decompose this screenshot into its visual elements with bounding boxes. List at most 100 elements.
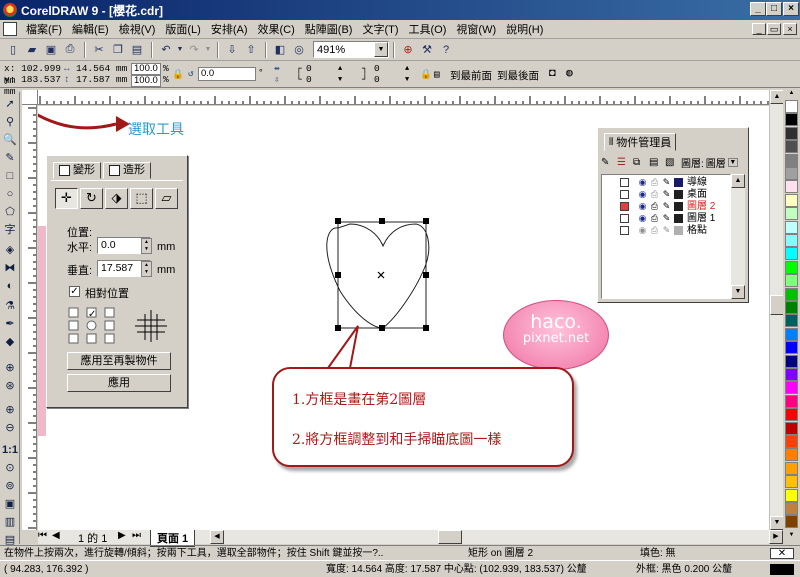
scroll-right-icon[interactable]: ▶ <box>769 530 783 544</box>
horizontal-ruler[interactable] <box>38 90 769 105</box>
zoom-page-icon[interactable]: ▣ <box>2 496 18 512</box>
print-icon[interactable]: ⎙ <box>650 202 659 211</box>
menu-text[interactable]: 文字(T) <box>357 21 403 37</box>
spin-down-icon[interactable]: ▼ <box>338 74 348 86</box>
doc-close-button[interactable]: × <box>783 23 797 35</box>
print-icon[interactable]: ⎙ <box>650 226 659 235</box>
zoom-selected-icon[interactable]: ⊙ <box>2 460 18 476</box>
hscroll-thumb[interactable] <box>438 530 462 544</box>
color-swatch[interactable] <box>785 274 798 288</box>
scroll-thumb[interactable] <box>770 295 784 315</box>
zoom-tool-icon[interactable]: 🔍 <box>2 132 18 148</box>
horizontal-spinner[interactable]: ▲ ▼ <box>141 238 152 254</box>
pencil-icon[interactable]: ✎ <box>662 190 671 199</box>
layer-chevron-down-icon[interactable]: ▼ <box>727 157 738 167</box>
color-swatch[interactable] <box>785 193 798 207</box>
vertical-scrollbar[interactable]: ▲ ▼ <box>769 90 784 530</box>
export-icon[interactable]: ⇧ <box>242 41 260 59</box>
tab-shaping[interactable]: 造形 <box>103 162 151 179</box>
menu-view[interactable]: 檢視(V) <box>114 21 161 37</box>
layer-manager-view-icon[interactable]: ▤ <box>649 157 663 168</box>
color-swatch[interactable] <box>785 394 798 408</box>
color-swatch[interactable] <box>785 260 798 274</box>
color-swatch[interactable] <box>785 287 798 301</box>
print-icon[interactable]: ⎙ <box>650 214 659 223</box>
print-icon[interactable]: ⎙ <box>61 41 79 59</box>
wrap-text-icon[interactable]: ▤ <box>434 69 444 81</box>
color-swatch[interactable] <box>785 180 798 194</box>
corel-online-icon[interactable]: ◎ <box>290 41 308 59</box>
apply-to-duplicate-button[interactable]: 應用至再製物件 <box>67 352 171 370</box>
color-swatch[interactable] <box>785 368 798 381</box>
anchor-point-grid[interactable]: ✓ <box>67 306 179 346</box>
menu-bitmaps[interactable]: 點陣圖(B) <box>300 21 358 37</box>
menu-effects[interactable]: 效果(C) <box>253 21 300 37</box>
rotation-angle-field[interactable]: 0.0 <box>198 67 256 81</box>
color-swatch[interactable] <box>785 126 798 140</box>
color-swatch[interactable] <box>785 488 798 502</box>
menu-file[interactable]: 檔案(F) <box>21 21 67 37</box>
text-tool-icon[interactable]: 字 <box>2 222 18 238</box>
zoom-in-icon[interactable]: ⊕ <box>2 360 18 376</box>
whats-this-help-icon[interactable]: ? <box>437 41 455 59</box>
layer-color-swatch[interactable] <box>674 202 683 211</box>
menu-edit[interactable]: 編輯(E) <box>67 21 114 37</box>
scroll-left-icon[interactable]: ◀ <box>210 530 224 544</box>
interactive-blend-icon[interactable]: ⧓ <box>2 260 18 276</box>
undo-dropdown-icon[interactable]: ▼ <box>176 41 184 59</box>
color-swatch[interactable] <box>785 220 798 234</box>
paste-icon[interactable]: ▤ <box>128 41 146 59</box>
pencil-icon[interactable]: ✎ <box>662 214 671 223</box>
layer-row-active[interactable]: ◉ ⎙ ✎ 圖層 2 <box>602 201 728 213</box>
lock-ratio-icon[interactable]: 🔒 <box>172 69 184 81</box>
color-swatch[interactable] <box>785 207 798 221</box>
layer-color-swatch[interactable] <box>674 214 683 223</box>
outline-tool-icon[interactable]: ✒ <box>2 316 18 332</box>
color-swatch[interactable] <box>785 327 798 341</box>
outline-color-swatch[interactable] <box>770 564 794 575</box>
copy-icon[interactable]: ❐ <box>109 41 127 59</box>
redo-dropdown-icon[interactable]: ▼ <box>204 41 212 59</box>
scale-mirror-mode-button[interactable]: ⬗ <box>105 188 128 209</box>
layer-color-swatch[interactable] <box>674 226 683 235</box>
skew-mode-button[interactable]: ▱ <box>155 188 178 209</box>
undo-icon[interactable]: ↶ <box>157 41 175 59</box>
last-page-icon[interactable]: ⏭ <box>132 530 141 541</box>
menu-arrange[interactable]: 安排(A) <box>206 21 253 37</box>
round-corners-lock-icon[interactable]: 🔒 <box>420 69 432 81</box>
scroll-up-icon[interactable]: ▲ <box>770 90 784 104</box>
selected-rectangle[interactable] <box>337 221 427 329</box>
position-mode-button[interactable]: ✛ <box>55 188 78 209</box>
layer-row[interactable]: ◉ ⎙ ✎ 導線 <box>602 177 728 189</box>
apply-button[interactable]: 應用 <box>67 374 171 392</box>
close-button[interactable]: × <box>783 2 799 16</box>
color-swatch[interactable] <box>785 100 798 113</box>
layer-color-swatch[interactable] <box>674 178 683 187</box>
outline-pen-icon[interactable]: ◍ <box>566 68 578 80</box>
scroll-down-icon[interactable]: ▼ <box>731 285 745 299</box>
pencil-icon[interactable]: ✎ <box>662 178 671 187</box>
to-back-button[interactable]: 到最後面 <box>497 68 539 83</box>
color-swatch[interactable] <box>785 502 798 515</box>
redo-icon[interactable]: ↷ <box>185 41 203 59</box>
print-icon[interactable]: ⎙ <box>650 178 659 187</box>
color-swatch[interactable] <box>785 341 798 355</box>
eye-icon[interactable]: ◉ <box>638 190 647 199</box>
menu-tools[interactable]: 工具(O) <box>404 21 452 37</box>
application-launcher-icon[interactable]: ◧ <box>271 41 289 59</box>
color-swatch[interactable] <box>785 381 798 395</box>
scroll-down-icon[interactable]: ▼ <box>770 516 784 530</box>
menu-window[interactable]: 視窗(W) <box>451 21 501 37</box>
print-icon[interactable]: ⎙ <box>650 190 659 199</box>
layer-value[interactable]: 圖層 <box>706 155 726 170</box>
zoom-actual-size-icon[interactable]: 1:1 <box>2 442 18 458</box>
color-swatch[interactable] <box>785 301 798 314</box>
menu-layout[interactable]: 版面(L) <box>160 21 205 37</box>
vertical-spinner[interactable]: ▲ ▼ <box>141 261 152 277</box>
zoom-level-combo[interactable]: 491% ▼ <box>313 41 389 58</box>
corner-roundness-4[interactable]: 0 <box>374 74 404 86</box>
layer-row[interactable]: ◉ ⎙ ✎ 桌面 <box>602 189 728 201</box>
cut-icon[interactable]: ✂ <box>90 41 108 59</box>
layer-row[interactable]: ◉ ⎙ ✎ 格點 <box>602 225 728 237</box>
ellipse-tool-icon[interactable]: ○ <box>2 186 18 202</box>
